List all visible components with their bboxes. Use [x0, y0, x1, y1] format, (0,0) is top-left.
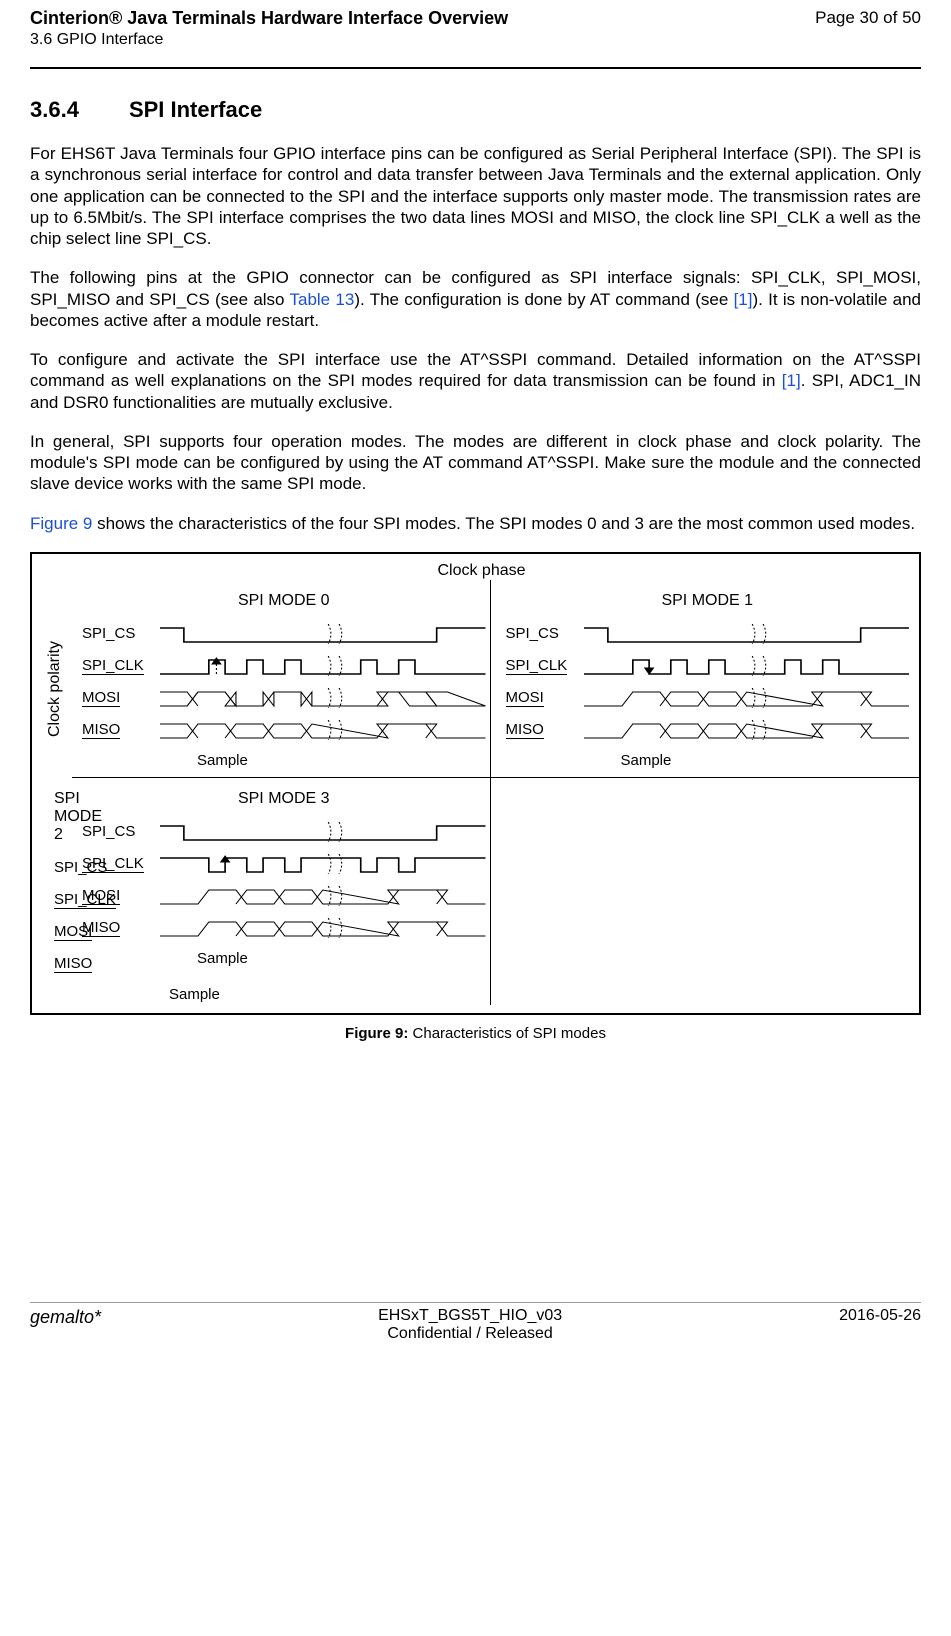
- text: shows the characteristics of the four SP…: [92, 514, 915, 533]
- waveform-mosi: [584, 688, 910, 708]
- waveform-miso: [160, 720, 486, 740]
- caption-text: Characteristics of SPI modes: [408, 1025, 606, 1042]
- waveform-miso: [160, 918, 486, 938]
- figure-caption: Figure 9: Characteristics of SPI modes: [30, 1025, 921, 1042]
- header-rule: [30, 67, 921, 69]
- waveform-clk: [584, 656, 910, 676]
- waveform-clk: [160, 656, 486, 676]
- link-figure9[interactable]: Figure 9: [30, 514, 92, 533]
- confidentiality: Confidential / Released: [101, 1325, 839, 1343]
- signal-label: SPI_CLK: [82, 855, 160, 872]
- signal-label: SPI_CS: [506, 625, 584, 642]
- mode-title: SPI MODE 3: [82, 790, 486, 808]
- signal-label: MOSI: [82, 887, 160, 904]
- signal-label: SPI_CS: [82, 823, 160, 840]
- signal-label: SPI_CLK: [82, 657, 160, 674]
- link-table13[interactable]: Table 13: [290, 290, 355, 309]
- sample-label: Sample: [621, 752, 910, 769]
- sample-label: Sample: [197, 752, 486, 769]
- spi-mode-1: SPI MODE 1 SPI_CS SPI_CLK MOSI: [496, 590, 920, 771]
- signal-label: MISO: [82, 919, 160, 936]
- section-number: 3.6.4: [30, 97, 79, 123]
- waveform-mosi: [160, 688, 486, 708]
- mode-title: SPI MODE 0: [82, 592, 486, 610]
- spi-mode-0: SPI MODE 0 SPI_CS SPI_CLK MOSI: [72, 590, 496, 771]
- logo: gemalto*: [30, 1307, 101, 1343]
- footer-date: 2016-05-26: [839, 1307, 921, 1343]
- signal-label: MOSI: [82, 689, 160, 706]
- paragraph: The following pins at the GPIO connector…: [30, 267, 921, 331]
- horizontal-divider: [72, 777, 919, 778]
- figure-spi-modes: Clock phase Clock polarity SPI MODE 0 SP…: [30, 552, 921, 1015]
- figure-axis-clock-phase: Clock phase: [44, 562, 919, 580]
- link-ref1[interactable]: [1]: [734, 290, 753, 309]
- link-ref1[interactable]: [1]: [782, 371, 801, 390]
- waveform-clk: [160, 854, 486, 874]
- doc-title: Cinterion® Java Terminals Hardware Inter…: [30, 8, 508, 29]
- waveform-cs: [160, 822, 486, 842]
- waveform-cs: [160, 624, 486, 644]
- mode-title: SPI MODE 1: [506, 592, 910, 610]
- signal-label: MOSI: [506, 689, 584, 706]
- signal-label: MISO: [82, 721, 160, 738]
- waveform-mosi: [160, 886, 486, 906]
- signal-label: SPI_CLK: [506, 657, 584, 674]
- spi-mode-3: SPI MODE 3 SPI_CS SPI_CLK MOSI: [72, 788, 496, 1005]
- paragraph: Figure 9 shows the characteristics of th…: [30, 513, 921, 534]
- figure-axis-clock-polarity: Clock polarity: [44, 639, 72, 739]
- caption-label: Figure 9:: [345, 1025, 408, 1042]
- waveform-cs: [584, 624, 910, 644]
- page-number: Page 30 of 50: [815, 8, 921, 29]
- signal-label: SPI_CS: [82, 625, 160, 642]
- paragraph: To configure and activate the SPI interf…: [30, 349, 921, 413]
- waveform-miso: [584, 720, 910, 740]
- section-path: 3.6 GPIO Interface: [30, 31, 921, 49]
- doc-id: EHSxT_BGS5T_HIO_v03: [101, 1307, 839, 1325]
- text: ). The configuration is done by AT comma…: [354, 290, 733, 309]
- section-heading: SPI Interface: [129, 97, 262, 123]
- sample-label: Sample: [197, 950, 486, 967]
- signal-label: MISO: [506, 721, 584, 738]
- paragraph: In general, SPI supports four operation …: [30, 431, 921, 495]
- spi-mode-2: SPI MODE 2 SPI_CS SPI_CLK MOSI: [44, 788, 72, 1005]
- mode-title: SPI MODE 2: [54, 790, 62, 844]
- paragraph: For EHS6T Java Terminals four GPIO inter…: [30, 143, 921, 249]
